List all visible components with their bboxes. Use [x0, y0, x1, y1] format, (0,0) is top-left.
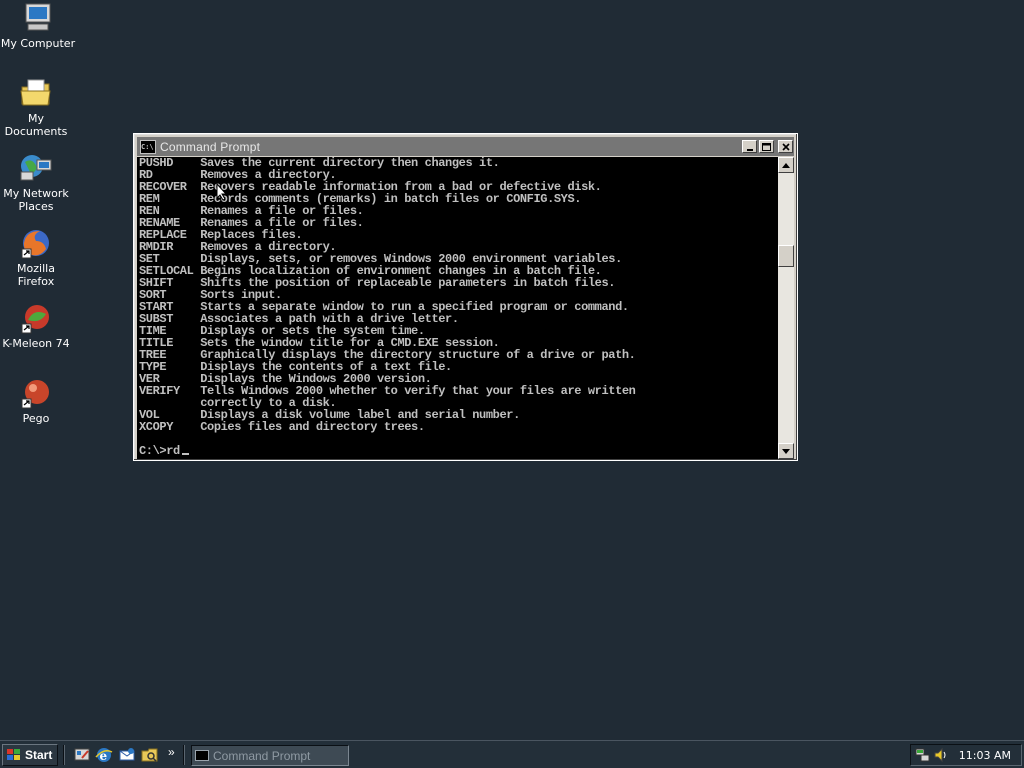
windows-logo-icon [7, 749, 20, 760]
scroll-down-button[interactable] [778, 443, 794, 459]
computer-icon [25, 3, 51, 31]
kmeleon-icon [21, 305, 49, 334]
maximize-button[interactable] [759, 140, 774, 153]
folder-icon [20, 79, 51, 106]
close-button[interactable] [778, 140, 793, 153]
show-desktop-icon[interactable] [73, 746, 91, 764]
internet-explorer-icon[interactable]: e [95, 746, 113, 764]
scroll-thumb[interactable] [778, 245, 794, 267]
console-line: XCOPY Copies files and directory trees. [139, 420, 425, 434]
cmd-small-icon [195, 750, 209, 761]
explorer-icon[interactable] [141, 746, 159, 764]
desktop-icon-mozilla-firefox[interactable]: Mozilla Firefox [0, 227, 74, 288]
taskbar-button-command-prompt[interactable]: Command Prompt [191, 745, 349, 766]
desktop-icon-my-computer[interactable]: My Computer [0, 2, 76, 50]
taskbar-separator [183, 745, 185, 765]
text-cursor [181, 453, 189, 455]
system-tray: 11:03 AM [910, 744, 1022, 766]
arrow-up-icon [782, 162, 790, 168]
desktop-icon-label: My Computer [0, 37, 76, 50]
mouse-pointer-icon [216, 183, 228, 201]
close-icon [781, 142, 790, 151]
console-output[interactable]: PUSHD Saves the current directory then c… [137, 157, 779, 459]
maximize-icon [762, 142, 771, 151]
arrow-down-icon [782, 448, 790, 454]
desktop-icon-label: My Documents [4, 112, 68, 138]
command-line[interactable]: C:\>rd [139, 445, 189, 457]
minimize-button[interactable] [742, 140, 757, 153]
desktop-icon-my-network-places[interactable]: My Network Places [0, 152, 74, 213]
window-titlebar[interactable]: C:\ Command Prompt [137, 137, 794, 156]
taskbar-button-label: Command Prompt [213, 748, 311, 763]
desktop-icon-my-documents[interactable]: My Documents [0, 77, 74, 138]
desktop-icon-k-meleon[interactable]: K-Meleon 74 [0, 302, 74, 350]
minimize-icon [746, 148, 753, 151]
start-button[interactable]: Start [2, 744, 58, 766]
network-icon [20, 155, 52, 181]
firefox-icon [21, 230, 49, 259]
console-text: PUSHD Saves the current directory then c… [139, 157, 636, 433]
quick-launch-chevron[interactable]: » [168, 745, 175, 759]
desktop-icon-label: Mozilla Firefox [17, 262, 55, 288]
vertical-scrollbar[interactable] [778, 157, 794, 459]
window-title: Command Prompt [160, 139, 261, 154]
volume-icon[interactable] [933, 747, 949, 763]
taskbar: Start e » Command Prompt 11:03 AM [0, 740, 1024, 768]
outlook-express-icon[interactable] [118, 746, 136, 764]
taskbar-separator [63, 745, 65, 765]
desktop-icon-pego[interactable]: Pego [0, 377, 74, 425]
desktop-icon-label: K-Meleon 74 [2, 337, 70, 350]
network-status-icon[interactable] [915, 747, 931, 763]
scroll-up-button[interactable] [778, 157, 794, 173]
clock[interactable]: 11:03 AM [959, 749, 1011, 762]
command-prompt-window[interactable]: C:\ Command Prompt PUSHD Saves the curre… [133, 133, 798, 461]
desktop-icon-label: Pego [22, 412, 50, 425]
desktop-icon-label: My Network Places [3, 187, 69, 213]
cmd-icon[interactable]: C:\ [140, 139, 156, 154]
start-label: Start [25, 748, 53, 762]
prompt-text: C:\>rd [139, 444, 180, 458]
pego-icon [21, 380, 49, 409]
